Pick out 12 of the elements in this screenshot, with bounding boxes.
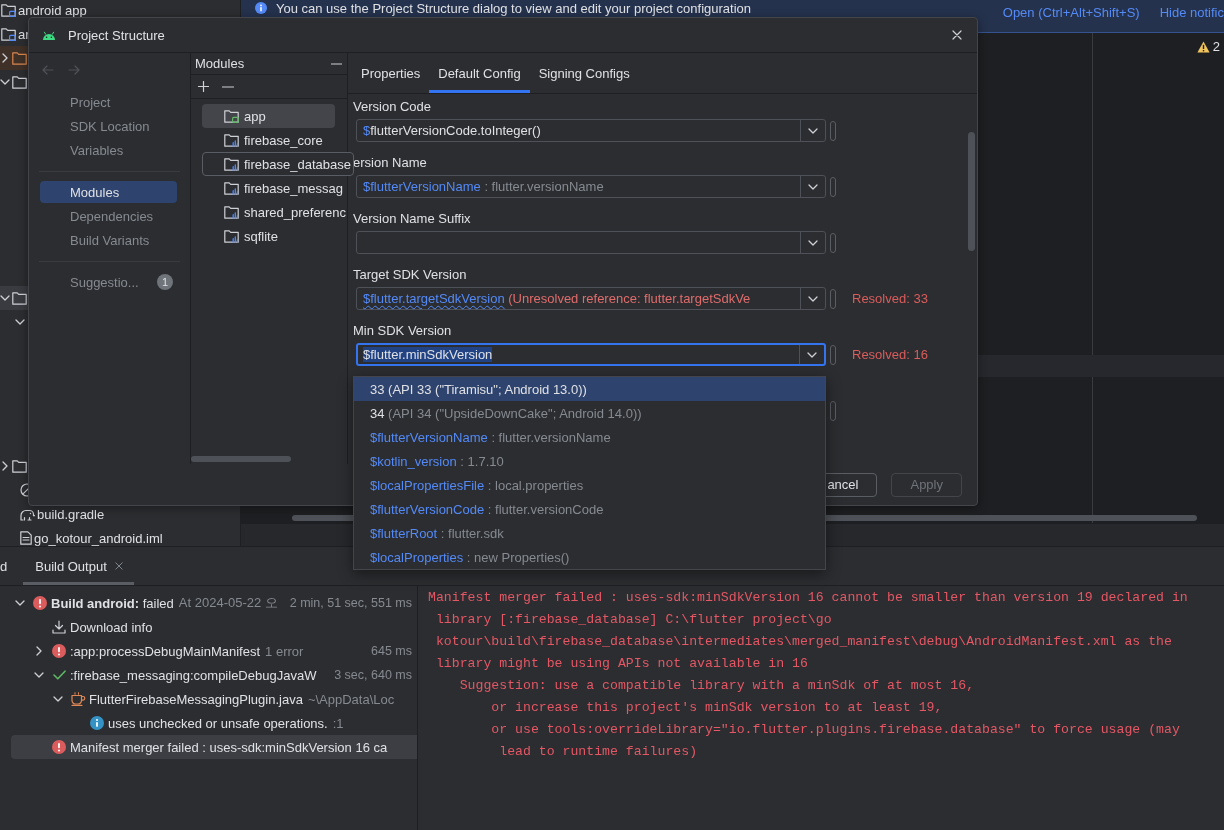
field-label: Min SDK Version — [353, 323, 452, 339]
resolved-value: Resolved: 16 — [852, 347, 928, 362]
field-label: Target SDK Version — [353, 267, 467, 283]
notification-text: You can use the Project Structure dialog to view and edit your project configuration — [276, 2, 752, 16]
dialog-title: Project Structure — [68, 27, 165, 43]
count-badge: 1 — [157, 274, 173, 290]
panel-title: Modules — [195, 56, 245, 71]
field-label: ersion Name — [353, 155, 427, 171]
resolved-value: Resolved: 33 — [852, 291, 928, 306]
error-log-text: Manifest merger failed : uses-sdk:minSdkVersion 16 cannot be smaller than version 19 declared in library [:firebase_database] C:\flutter project\go kotour\build\firebase_database\intermediates\merged_manifest\debug\AndroidManifest.xml as the library might be using APIs not available in 16 Suggestion: use a compatible library with a minSdk of at most 16, or increase this project's minSdk version to at least 19, or use tools:overrideLibrary="io.flutter.plugins.firebase.database" to force usage (may lead to runtime failures) — [428, 589, 1188, 761]
field-label: Version Name Suffix — [353, 211, 471, 227]
field-label: Version Code — [353, 99, 432, 115]
